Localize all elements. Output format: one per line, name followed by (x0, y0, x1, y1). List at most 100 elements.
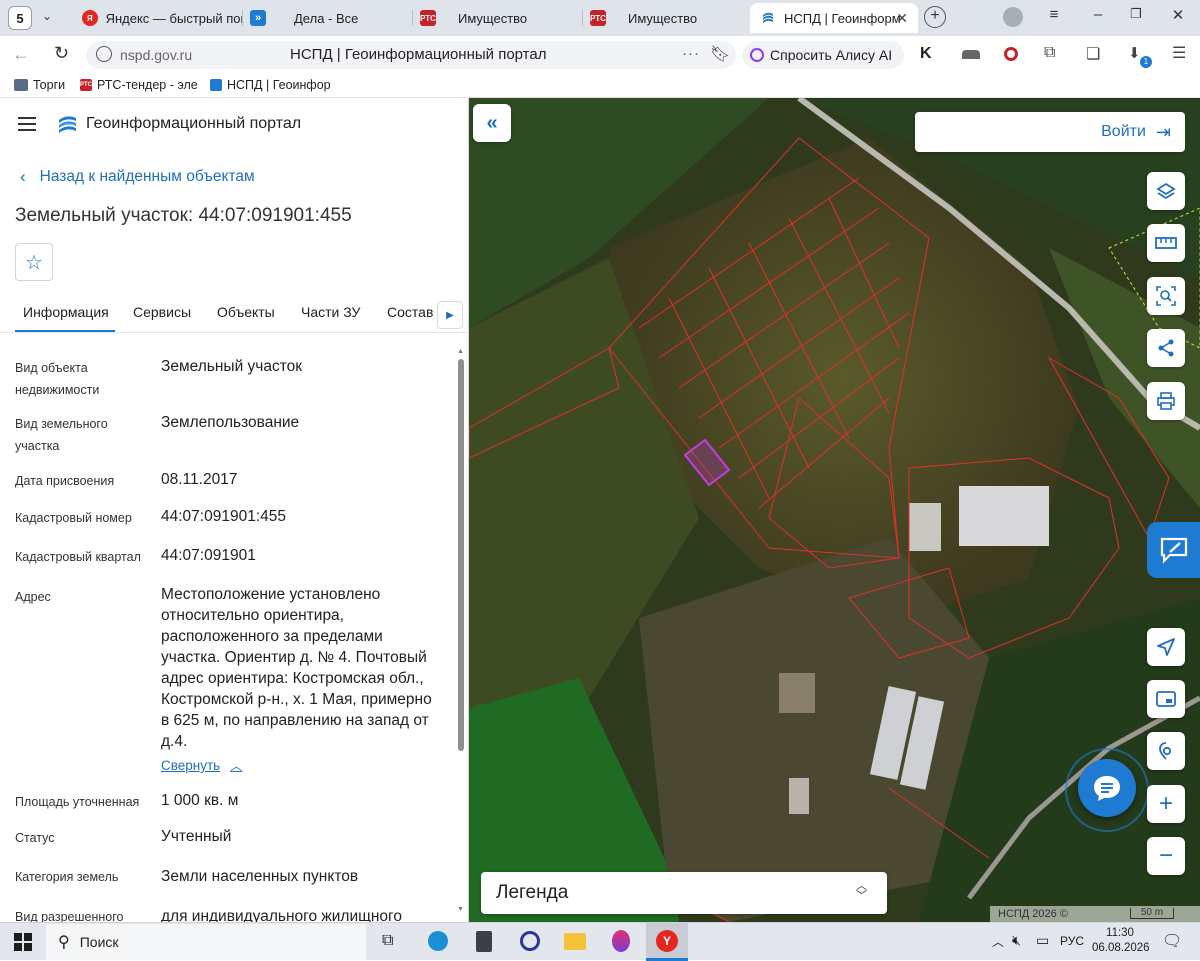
scrollbar-thumb[interactable] (458, 359, 464, 751)
tab-nspd[interactable]: НСПД | Геоинформ ✕ (750, 3, 918, 33)
yandex-icon: Я (82, 10, 98, 26)
tab-information[interactable]: Информация (23, 304, 109, 320)
downloads-icon[interactable]: ⬇︎ (1128, 44, 1141, 62)
edge-icon[interactable] (428, 931, 448, 951)
task-view-icon[interactable]: ⧉ (382, 932, 393, 950)
feedback-tab-button[interactable] (1147, 522, 1200, 578)
back-to-results-link[interactable]: ‹ Назад к найденным объектам (20, 167, 255, 187)
prop-label-status: Статус (15, 831, 55, 845)
yandex-browser-taskbar-button[interactable]: Y (646, 923, 688, 961)
menu-icon[interactable] (0, 98, 50, 148)
extension-hat-icon[interactable] (962, 50, 980, 59)
layers-button[interactable] (1147, 172, 1185, 210)
chevron-up-icon: ︿ (230, 759, 243, 773)
menu-icon[interactable]: ≡ (1042, 6, 1066, 23)
clock[interactable]: 11:30 06.08.2026 (1092, 926, 1150, 956)
notifications-icon[interactable]: 🗨︎ (1162, 931, 1182, 951)
volume-muted-icon[interactable]: 🔇︎ (1012, 932, 1021, 949)
geolocation-button[interactable] (1147, 732, 1185, 770)
close-tab-icon[interactable]: ✕ (896, 10, 908, 27)
more-icon[interactable]: ··· (682, 45, 700, 62)
extension-target-icon[interactable] (1004, 47, 1018, 61)
yandex-browser-icon: Y (656, 929, 678, 952)
tab-objects[interactable]: Объекты (217, 304, 275, 320)
taskbar: ⚲ Поиск ⧉ Y ︿ 🔇︎ ▭ РУС 11:30 06.08.2026 … (0, 922, 1200, 961)
bookmark-icon[interactable]: 🔖︎ (710, 44, 730, 64)
plus-icon: + (1158, 790, 1173, 817)
file-explorer-icon[interactable] (564, 933, 586, 950)
prop-label-parcel-type: Вид земельного участка (15, 417, 108, 453)
building (959, 486, 1049, 546)
favorite-button[interactable]: ☆ (15, 243, 53, 281)
tab-label: Имущество (628, 10, 698, 26)
app-drop-icon[interactable] (612, 930, 630, 952)
new-tab-icon[interactable]: + (924, 6, 946, 28)
tab-yandex[interactable]: Я Яндекс — быстрый пои (76, 3, 242, 33)
tab-property-2[interactable]: РТС Имущество (586, 3, 746, 33)
tabs-dropdown-icon[interactable]: ⌄ (42, 9, 52, 23)
site-info-icon[interactable] (96, 46, 112, 62)
windows-start-icon[interactable] (14, 933, 32, 951)
prop-value-cadastral-number: 44:07:091901:455 (161, 508, 286, 525)
ruler-button[interactable] (1147, 224, 1185, 262)
prop-label-assigned-date: Дата присвоения (15, 474, 115, 488)
restore-icon[interactable]: ❐ (1124, 6, 1148, 22)
tray-chevron-icon[interactable]: ︿ (992, 933, 1004, 950)
ask-alice-button[interactable]: Спросить Алису AI (742, 41, 904, 69)
close-window-icon[interactable]: ✕ (1166, 6, 1190, 24)
tab-parts[interactable]: Части ЗУ (301, 304, 360, 320)
share-button[interactable] (1147, 329, 1185, 367)
kinopoisk-icon[interactable]: K (920, 45, 932, 63)
locate-button[interactable] (1147, 628, 1185, 666)
scrollbar-track[interactable]: ▲ ▼ (457, 348, 465, 916)
clock-date: 06.08.2026 (1092, 942, 1150, 954)
bookmark-label: РТС-тендер - эле (97, 78, 198, 92)
bookmark-nspd[interactable]: НСПД | Геоинфор (210, 78, 331, 92)
reload-icon[interactable]: ↻ (54, 43, 69, 64)
tab-counter[interactable]: 5 (8, 6, 32, 30)
bookmark-torgi[interactable]: Торги (14, 78, 65, 92)
print-button[interactable] (1147, 382, 1185, 420)
taskbar-search[interactable]: ⚲ Поиск (46, 924, 366, 960)
extensions-puzzle-icon[interactable]: ⧉ (1044, 44, 1055, 62)
search-label: Поиск (79, 934, 119, 950)
collections-icon[interactable]: ❏ (1086, 44, 1100, 64)
star-icon: ☆ (25, 251, 43, 274)
tabs-scroll-right-button[interactable]: ▶ (437, 301, 463, 329)
app-c-icon[interactable] (520, 931, 540, 951)
tab-label: Яндекс — быстрый пои (105, 10, 242, 26)
address-field[interactable]: nspd.gov.ru НСПД | Геоинформационный пор… (86, 41, 736, 69)
tab-services[interactable]: Сервисы (133, 304, 191, 320)
login-icon: ⇥ (1155, 121, 1171, 142)
chat-button[interactable] (1078, 759, 1136, 817)
portal-logo-icon (59, 116, 76, 133)
language-indicator[interactable]: РУС (1060, 934, 1084, 948)
tab-property-1[interactable]: РТС Имущество (416, 3, 582, 33)
scroll-up-arrow[interactable]: ▲ (457, 348, 464, 355)
prop-label-cadastral-quarter: Кадастровый квартал (15, 550, 141, 564)
satellite-map[interactable]: « Войти ⇥ + − Легенда ︿ ﹀ НСПД 2026 © 50… (469, 98, 1200, 922)
minimap-button[interactable] (1147, 680, 1185, 718)
collapse-panel-button[interactable]: « (473, 104, 511, 142)
minimize-icon[interactable]: – (1086, 6, 1110, 23)
tab-composition[interactable]: Состав (387, 304, 433, 320)
scroll-down-arrow[interactable]: ▼ (457, 906, 464, 913)
tab-tasks[interactable]: » Дела - Все (246, 3, 412, 33)
network-icon[interactable]: ▭ (1036, 932, 1049, 949)
bookmark-rts[interactable]: РТС РТС-тендер - эле (80, 78, 198, 92)
legend-dropdown[interactable]: Легенда ︿ ﹀ (481, 872, 887, 914)
portal-title: Геоинформационный портал (86, 115, 302, 132)
area-search-button[interactable] (1147, 277, 1185, 315)
chevron-left-icon: ‹ (20, 167, 26, 186)
zoom-out-button[interactable]: − (1147, 837, 1185, 875)
prop-label-permitted-use: Вид разрешенного (15, 910, 124, 922)
back-icon[interactable]: ← (12, 44, 30, 65)
browser-menu-icon[interactable]: ☰ (1172, 43, 1186, 63)
prop-value-area: 1 000 кв. м (161, 792, 239, 809)
calculator-icon[interactable] (476, 931, 492, 952)
login-button[interactable]: Войти ⇥ (915, 112, 1185, 152)
zoom-in-button[interactable]: + (1147, 785, 1185, 823)
chevron-updown-icon: ︿ ﹀ (856, 880, 867, 902)
collapse-link[interactable]: Свернуть ︿ (161, 757, 242, 774)
profile-avatar[interactable] (1003, 7, 1023, 27)
